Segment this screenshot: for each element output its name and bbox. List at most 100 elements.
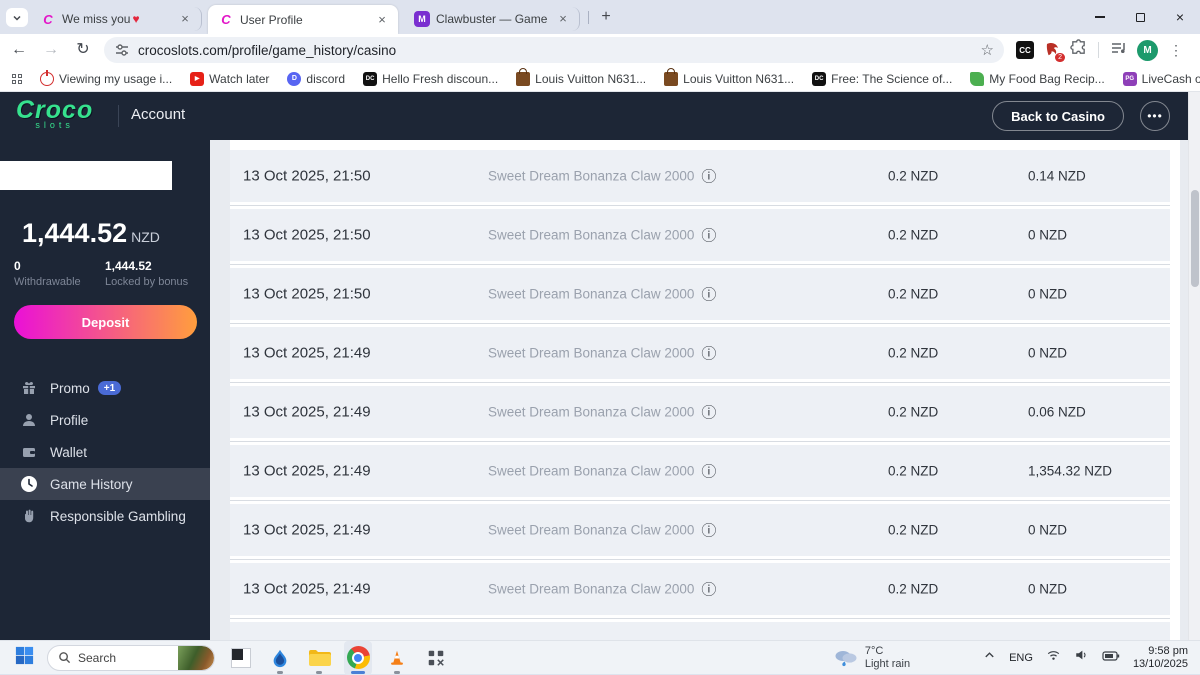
row-win-amount: 0 NZD — [1028, 287, 1067, 302]
bookmark-item[interactable]: My Food Bag Recip... — [970, 72, 1104, 86]
tab-favicon — [40, 11, 56, 27]
info-icon[interactable]: ⓘ — [701, 284, 716, 305]
content-right-margin — [1170, 140, 1180, 640]
taskbar-search[interactable]: Search — [47, 645, 215, 671]
row-bet-amount: 0.2 NZD — [888, 464, 938, 479]
taskbar-chevron-up-icon[interactable] — [983, 649, 996, 667]
new-tab-button[interactable]: + — [596, 8, 616, 28]
discord-icon — [287, 72, 301, 86]
back-button[interactable]: ← — [6, 37, 32, 63]
bookmark-star-icon[interactable]: ☆ — [981, 41, 994, 59]
forward-button[interactable]: → — [38, 37, 64, 63]
clock-icon — [20, 475, 38, 493]
apps-grid-icon[interactable] — [12, 74, 22, 84]
tab-close-icon[interactable]: × — [177, 11, 193, 27]
extensions-puzzle-icon[interactable] — [1070, 39, 1087, 61]
row-game-name: Sweet Dream Bonanza Claw 2000 — [488, 582, 694, 597]
browser-tab-1[interactable]: We miss you♥ × — [30, 7, 202, 31]
info-icon[interactable]: ⓘ — [701, 461, 716, 482]
tab-title: We miss you♥ — [62, 12, 171, 26]
deposit-button[interactable]: Deposit — [14, 305, 197, 339]
browser-tab-3[interactable]: Clawbuster — Game Provider. × — [404, 7, 580, 31]
bookmark-item[interactable]: LiveCash of the Tita... — [1123, 72, 1200, 86]
battery-icon[interactable] — [1102, 649, 1120, 667]
browser-tab-2[interactable]: User Profile × — [208, 5, 398, 34]
wallet-icon — [20, 443, 38, 461]
search-label: Search — [78, 651, 116, 665]
bookmark-item[interactable]: Watch later — [190, 72, 269, 86]
sidebar-item-promo[interactable]: Promo +1 — [0, 372, 210, 404]
bag-icon — [516, 72, 530, 86]
window-minimize-button[interactable] — [1080, 0, 1120, 34]
bookmark-item[interactable]: Louis Vuitton N631... — [516, 72, 646, 86]
bookmark-item[interactable]: Viewing my usage i... — [40, 72, 172, 86]
bookmark-label: LiveCash of the Tita... — [1142, 72, 1200, 86]
withdrawable-value: 0 — [14, 259, 105, 273]
croco-slots-logo[interactable]: Croco slots — [16, 98, 93, 130]
site-settings-icon[interactable] — [114, 42, 130, 58]
browser-menu-icon[interactable]: ⋮ — [1167, 42, 1191, 59]
info-icon[interactable]: ⓘ — [701, 579, 716, 600]
scrollbar-thumb[interactable] — [1191, 190, 1199, 287]
taskbar-app-app-lightshot[interactable] — [227, 641, 255, 675]
taskbar-app-chrome[interactable] — [344, 641, 372, 675]
taskbar-clock[interactable]: 9:58 pm 13/10/2025 — [1133, 645, 1188, 671]
row-game-name: Sweet Dream Bonanza Claw 2000 — [488, 405, 694, 420]
back-to-casino-button[interactable]: Back to Casino — [992, 101, 1124, 131]
game-history-row: 13 Oct 2025, 21:50 Sweet Dream Bonanza C… — [230, 268, 1180, 320]
taskbar-app-file-explorer[interactable] — [305, 641, 333, 675]
wifi-icon[interactable] — [1046, 648, 1061, 667]
reload-button[interactable]: ↻ — [70, 37, 96, 63]
profile-avatar[interactable]: M — [1137, 40, 1158, 61]
tab-close-icon[interactable]: × — [374, 12, 390, 28]
tab-search-chevron-icon[interactable] — [6, 8, 28, 27]
row-win-amount: 0 NZD — [1028, 523, 1067, 538]
search-icon — [58, 651, 71, 664]
bookmark-item[interactable]: Free: The Science of... — [812, 72, 952, 86]
game-history-row: 13 Oct 2025, 21:49 Sweet Dream Bonanza C… — [230, 504, 1180, 556]
locked-block: 1,444.52 Locked by bonus — [105, 259, 196, 288]
game-history-row: 13 Oct 2025, 21:49 Sweet Dream Bonanza C… — [230, 563, 1180, 615]
info-icon[interactable]: ⓘ — [701, 402, 716, 423]
search-highlight-image — [178, 646, 214, 670]
window-close-button[interactable]: × — [1160, 0, 1200, 34]
extension-cc-icon[interactable]: CC — [1016, 41, 1034, 59]
game-history-panel: 13 Oct 2025, 21:50 Sweet Dream Bonanza C… — [210, 140, 1188, 640]
weather-widget[interactable]: 7°C Light rain — [833, 645, 910, 671]
window-maximize-button[interactable] — [1120, 0, 1160, 34]
info-icon[interactable]: ⓘ — [701, 343, 716, 364]
menu-label: Wallet — [50, 445, 87, 460]
extension-croco-icon[interactable]: 2 — [1043, 41, 1061, 59]
row-datetime: 13 Oct 2025, 21:49 — [243, 463, 371, 480]
sidebar-item-profile[interactable]: Profile — [0, 404, 210, 436]
info-icon[interactable]: ⓘ — [701, 225, 716, 246]
maximize-icon — [1136, 13, 1145, 22]
table-top-strip — [230, 140, 1180, 150]
taskbar-app-vlc[interactable] — [383, 641, 411, 675]
volume-icon[interactable] — [1074, 648, 1089, 667]
page-scrollbar[interactable] — [1188, 92, 1200, 640]
address-bar[interactable]: crocoslots.com/profile/game_history/casi… — [104, 37, 1004, 63]
dc-icon — [812, 72, 826, 86]
tab-groups-icon[interactable] — [1110, 39, 1128, 62]
sidebar-item-responsible-gambling[interactable]: Responsible Gambling — [0, 500, 210, 532]
taskbar-app-app-capture-tool[interactable] — [422, 641, 450, 675]
bookmark-label: Hello Fresh discoun... — [382, 72, 498, 86]
tab-close-icon[interactable]: × — [555, 11, 571, 27]
sidebar-item-wallet[interactable]: Wallet — [0, 436, 210, 468]
bookmark-item[interactable]: discord — [287, 72, 345, 86]
row-datetime: 13 Oct 2025, 21:49 — [243, 345, 371, 362]
info-icon[interactable]: ⓘ — [701, 166, 716, 187]
language-indicator[interactable]: ENG — [1009, 652, 1033, 664]
sidebar-item-game-history[interactable]: Game History — [0, 468, 210, 500]
info-icon[interactable]: ⓘ — [701, 520, 716, 541]
row-bet-amount: 0.2 NZD — [888, 169, 938, 184]
row-win-amount: 1,354.32 NZD — [1028, 464, 1112, 479]
taskbar-app-app-deluge[interactable] — [266, 641, 294, 675]
header-more-button[interactable]: ••• — [1140, 101, 1170, 131]
bookmark-item[interactable]: Hello Fresh discoun... — [363, 72, 498, 86]
weather-temp: 7°C — [865, 645, 910, 658]
start-button[interactable] — [14, 645, 35, 671]
bookmark-item[interactable]: Louis Vuitton N631... — [664, 72, 794, 86]
withdrawable-block: 0 Withdrawable — [14, 259, 105, 288]
